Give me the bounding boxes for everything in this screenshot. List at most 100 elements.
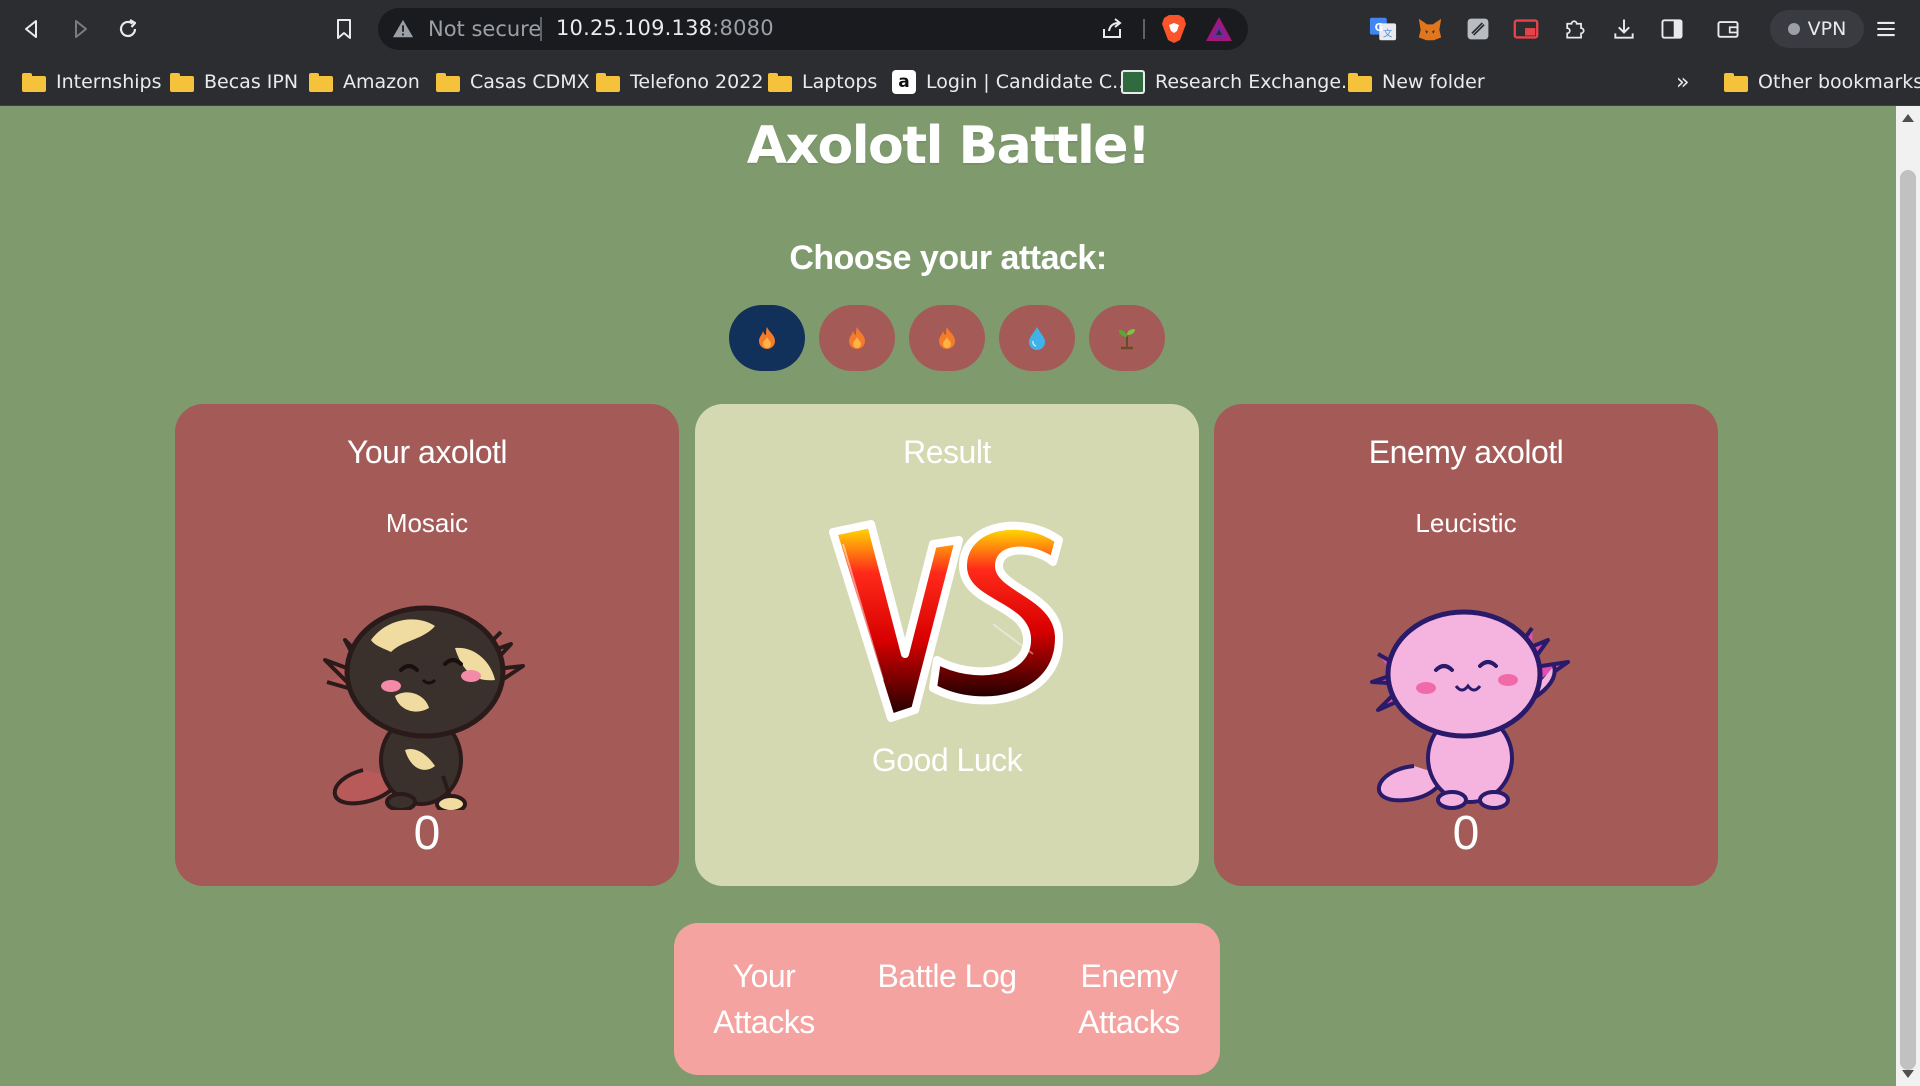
wallet-icon [1717,21,1739,38]
bookmark-becas-ipn[interactable]: Becas IPN [170,64,298,100]
forward-arrow-icon [75,20,87,38]
enemy-attacks-label-1: Enemy [1080,958,1178,994]
attack-button-water[interactable] [999,305,1075,371]
reload-icon [119,19,137,38]
address-bar[interactable]: Not secure 10.25.109.138:8080 [378,8,1248,50]
address-separator-2 [1143,19,1145,39]
downloads-button[interactable] [1609,14,1639,44]
forward-button[interactable] [62,11,98,47]
player-card: Your axolotl Mosaic 0 [175,404,679,886]
folder-icon [309,72,333,92]
url-text[interactable]: 10.25.109.138:8080 [556,16,774,40]
mosaic-axolotl-image [323,605,525,810]
browser-toolbar: Not secure 10.25.109.138:8080 G文 VPN [0,0,1920,58]
bookmark-internships[interactable]: Internships [22,64,161,100]
enemy-card-title: Enemy axolotl [1368,434,1564,470]
bookmark-page-button[interactable] [326,11,362,47]
bookmark-telefono-2022[interactable]: Telefono 2022 [596,64,763,100]
back-button[interactable] [14,11,50,47]
bookmark-label: Telefono 2022 [630,71,764,93]
attack-button-plant[interactable] [1089,305,1165,371]
vpn-label: VPN [1807,18,1847,40]
warning-icon[interactable] [392,18,414,40]
bookmark-login-candidate[interactable]: a Login | Candidate C... [892,64,1130,100]
enemy-score: 0 [1452,807,1480,860]
game-page: Axolotl Battle! Choose your attack: Your… [0,106,1896,1086]
sidebar-button[interactable] [1657,14,1687,44]
bookmark-label: Casas CDMX [470,71,590,93]
fox-icon [1418,18,1442,41]
bookmark-new-folder[interactable]: New folder [1348,64,1485,100]
fire-icon [849,327,865,349]
leucistic-axolotl-image [1370,609,1570,810]
other-bookmarks-label: Other bookmarks [1758,71,1920,93]
research-favicon-icon [1121,70,1145,94]
puzzle-icon [1566,20,1585,39]
enemy-card: Enemy axolotl Leucistic 0 [1214,404,1718,886]
choose-attack-heading: Choose your attack: [789,239,1107,277]
menu-button[interactable] [1871,14,1901,44]
bookmark-icon [337,19,351,39]
bookmarks-overflow-button[interactable]: » [1676,70,1689,95]
result-card: Result Good Luck [695,404,1199,886]
bookmark-casas-cdmx[interactable]: Casas CDMX [436,64,590,100]
picture-in-picture-extension[interactable] [1511,14,1541,44]
translate-icon: G文 [1369,17,1397,41]
battle-log-column: Battle Log [864,953,1030,999]
scroll-thumb[interactable] [1900,170,1916,1070]
folder-icon [22,72,46,92]
download-icon [1614,19,1634,39]
scroll-down-arrow-icon[interactable] [1902,1070,1914,1078]
picture-in-picture-icon [1513,19,1539,39]
sprout-icon [1119,329,1135,350]
folder-icon [170,72,194,92]
bookmark-label: Amazon [343,71,420,93]
brave-shields-icon[interactable] [1160,14,1188,44]
reload-button[interactable] [110,11,146,47]
battle-log-label: Battle Log [877,958,1017,994]
bookmark-label: Research Exchange... [1155,71,1360,93]
player-card-title: Your axolotl [346,434,508,470]
enemy-attacks-label-2: Attacks [1078,1004,1180,1040]
extensions-button[interactable] [1560,14,1590,44]
svg-text:文: 文 [1383,27,1392,39]
fire-icon [939,327,955,349]
folder-icon [596,72,620,92]
brave-rewards-icon[interactable] [1204,15,1234,43]
amazon-favicon-icon: a [892,70,916,94]
attack-button-fire-3[interactable] [909,305,985,371]
bookmark-label: New folder [1382,71,1485,93]
security-status[interactable]: Not secure [428,17,541,41]
your-attacks-column: Your Attacks [704,953,824,1045]
url-port: :8080 [712,16,774,40]
other-bookmarks[interactable]: Other bookmarks [1724,64,1920,100]
folder-icon [1348,72,1372,92]
notes-extension[interactable] [1463,14,1493,44]
attack-button-fire-1[interactable] [729,305,805,371]
hamburger-menu-icon [1877,21,1895,37]
url-host: 10.25.109.138 [556,16,713,40]
player-axolotl-name: Mosaic [385,508,469,538]
page-title: Axolotl Battle! [746,116,1151,176]
folder-icon [1724,72,1748,92]
scroll-up-arrow-icon[interactable] [1902,114,1914,122]
wallet-button[interactable] [1713,14,1743,44]
back-arrow-icon [25,20,37,38]
result-message: Good Luck [871,742,1023,778]
page-scrollbar[interactable] [1896,106,1920,1086]
attack-button-fire-2[interactable] [819,305,895,371]
battle-log-panel: Your Attacks Battle Log Enemy Attacks [674,923,1220,1075]
bookmark-label: Login | Candidate C... [926,71,1131,93]
share-icon[interactable] [1100,17,1124,41]
vpn-button[interactable]: VPN [1770,10,1864,48]
bookmark-research-exchange[interactable]: Research Exchange... [1121,64,1359,100]
your-attacks-label-1: Your [732,958,796,994]
bookmarks-bar: Internships Becas IPN Amazon Casas CDMX … [0,58,1920,106]
versus-image [829,520,1063,722]
bookmark-label: Internships [56,71,162,93]
bookmark-amazon[interactable]: Amazon [309,64,420,100]
enemy-attacks-column: Enemy Attacks [1066,953,1192,1045]
bookmark-laptops[interactable]: Laptops [768,64,877,100]
metamask-extension[interactable] [1415,14,1445,44]
translate-extension[interactable]: G文 [1368,14,1398,44]
